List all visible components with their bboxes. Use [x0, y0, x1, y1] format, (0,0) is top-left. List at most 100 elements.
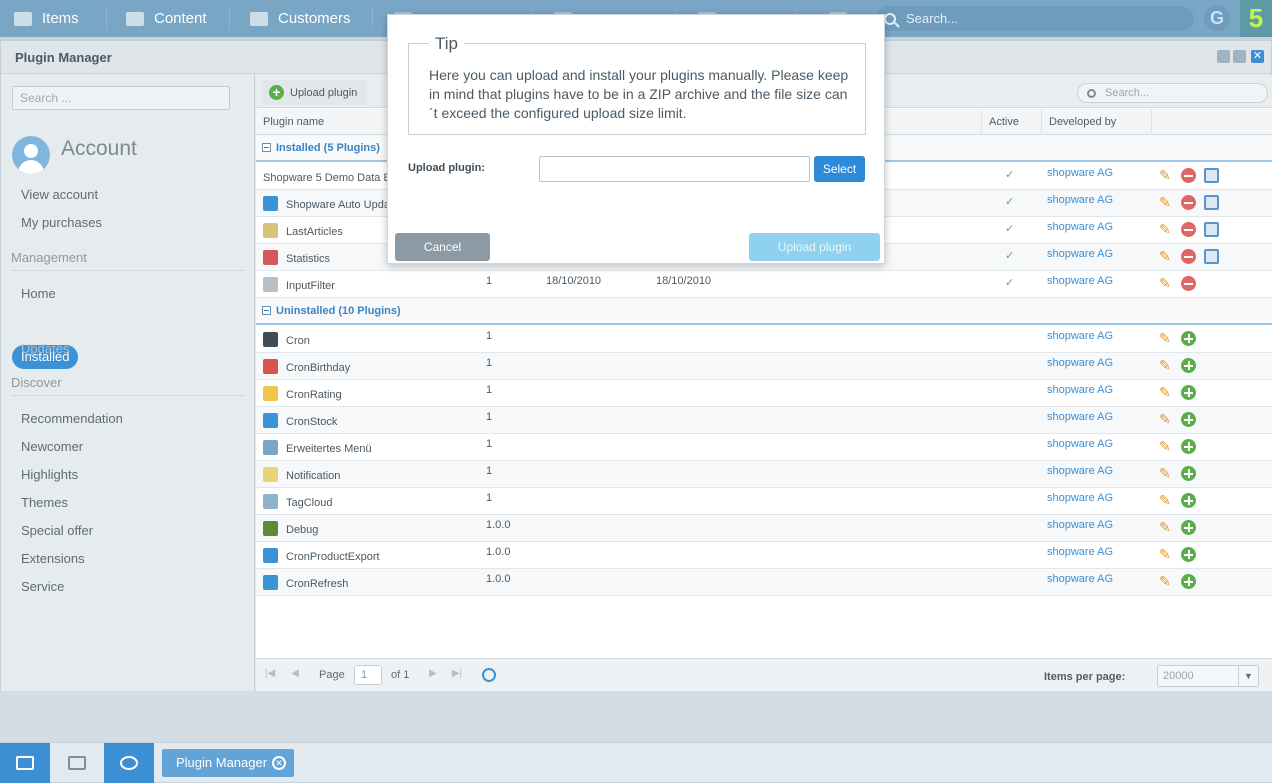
edit-icon[interactable]: ✎: [1159, 493, 1174, 508]
column-active[interactable]: Active: [981, 109, 1041, 135]
window-overview-button[interactable]: [52, 743, 102, 783]
install-icon[interactable]: [1181, 493, 1196, 508]
sidebar-item-special-offer[interactable]: Special offer: [21, 523, 93, 538]
table-row[interactable]: Debug 1.0.0 shopware AG ✎: [256, 515, 1272, 542]
close-icon[interactable]: ✕: [272, 756, 286, 770]
table-row[interactable]: CronRating 1 shopware AG ✎: [256, 380, 1272, 407]
update-icon[interactable]: [1204, 222, 1219, 237]
global-search-input[interactable]: Search...: [876, 6, 1194, 31]
sidebar-item-highlights[interactable]: Highlights: [21, 467, 78, 482]
group-header-uninstalled[interactable]: Uninstalled (10 Plugins): [256, 298, 1272, 325]
edit-icon[interactable]: ✎: [1159, 276, 1174, 291]
sidebar-item-home[interactable]: Home: [21, 286, 56, 301]
table-row[interactable]: Cron 1 shopware AG ✎: [256, 326, 1272, 353]
sidebar-item-recommendation[interactable]: Recommendation: [21, 411, 123, 426]
page-number-input[interactable]: 1: [354, 665, 382, 685]
uninstall-icon[interactable]: [1181, 222, 1196, 237]
menu-customers[interactable]: Customers: [236, 0, 351, 37]
edit-icon[interactable]: ✎: [1159, 331, 1174, 346]
update-icon[interactable]: [1204, 168, 1219, 183]
table-row[interactable]: Erweitertes Menü 1 shopware AG ✎: [256, 434, 1272, 461]
developer-link[interactable]: shopware AG: [1047, 411, 1113, 423]
install-icon[interactable]: [1181, 574, 1196, 589]
first-page-icon[interactable]: |◀: [264, 668, 276, 680]
items-per-page-select[interactable]: 20000 ▼: [1157, 665, 1259, 687]
table-row[interactable]: CronProductExport 1.0.0 shopware AG ✎: [256, 542, 1272, 569]
update-icon[interactable]: [1204, 195, 1219, 210]
shopware-logo-icon[interactable]: G: [1204, 5, 1230, 31]
developer-link[interactable]: shopware AG: [1047, 357, 1113, 369]
edit-icon[interactable]: ✎: [1159, 574, 1174, 589]
taskbar-item-plugin-manager[interactable]: Plugin Manager ✕: [162, 749, 294, 777]
sidebar-item-view-account[interactable]: View account: [21, 187, 98, 202]
edit-icon[interactable]: ✎: [1159, 385, 1174, 400]
collapse-icon[interactable]: [262, 143, 271, 152]
developer-link[interactable]: shopware AG: [1047, 248, 1113, 260]
developer-link[interactable]: shopware AG: [1047, 438, 1113, 450]
edit-icon[interactable]: ✎: [1159, 222, 1174, 237]
sidebar-item-extensions[interactable]: Extensions: [21, 551, 85, 566]
maximize-icon[interactable]: [1233, 50, 1246, 63]
install-icon[interactable]: [1181, 331, 1196, 346]
sidebar-item-updates[interactable]: Updates: [21, 341, 69, 356]
uninstall-icon[interactable]: [1181, 276, 1196, 291]
sidebar-search-input[interactable]: Search ...: [12, 86, 230, 110]
table-row[interactable]: TagCloud 1 shopware AG ✎: [256, 488, 1272, 515]
menu-content[interactable]: Content: [112, 0, 207, 37]
update-icon[interactable]: [1204, 249, 1219, 264]
developer-link[interactable]: shopware AG: [1047, 330, 1113, 342]
install-icon[interactable]: [1181, 466, 1196, 481]
uninstall-icon[interactable]: [1181, 195, 1196, 210]
sidebar-item-service[interactable]: Service: [21, 579, 64, 594]
uninstall-icon[interactable]: [1181, 168, 1196, 183]
last-page-icon[interactable]: ▶|: [451, 668, 463, 680]
developer-link[interactable]: shopware AG: [1047, 492, 1113, 504]
developer-link[interactable]: shopware AG: [1047, 384, 1113, 396]
table-row[interactable]: CronBirthday 1 shopware AG ✎: [256, 353, 1272, 380]
upload-plugin-submit-button[interactable]: Upload plugin: [749, 233, 880, 261]
uninstall-icon[interactable]: [1181, 249, 1196, 264]
dashboard-button[interactable]: [104, 743, 154, 783]
edit-icon[interactable]: ✎: [1159, 195, 1174, 210]
select-file-button[interactable]: Select: [814, 156, 865, 182]
prev-page-icon[interactable]: ◀: [289, 668, 301, 680]
upload-plugin-button[interactable]: + Upload plugin: [262, 80, 368, 105]
install-icon[interactable]: [1181, 412, 1196, 427]
sidebar-item-my-purchases[interactable]: My purchases: [21, 215, 102, 230]
refresh-icon[interactable]: [482, 668, 496, 682]
menu-items[interactable]: Items: [0, 0, 79, 37]
developer-link[interactable]: shopware AG: [1047, 167, 1113, 179]
edit-icon[interactable]: ✎: [1159, 249, 1174, 264]
install-icon[interactable]: [1181, 439, 1196, 454]
developer-link[interactable]: shopware AG: [1047, 465, 1113, 477]
edit-icon[interactable]: ✎: [1159, 168, 1174, 183]
edit-icon[interactable]: ✎: [1159, 439, 1174, 454]
sidebar-item-newcomer[interactable]: Newcomer: [21, 439, 83, 454]
developer-link[interactable]: shopware AG: [1047, 221, 1113, 233]
upload-file-input[interactable]: [539, 156, 810, 182]
edit-icon[interactable]: ✎: [1159, 412, 1174, 427]
install-icon[interactable]: [1181, 547, 1196, 562]
table-row[interactable]: Notification 1 shopware AG ✎: [256, 461, 1272, 488]
developer-link[interactable]: shopware AG: [1047, 573, 1113, 585]
developer-link[interactable]: shopware AG: [1047, 275, 1113, 287]
logout-button[interactable]: [0, 743, 50, 783]
install-icon[interactable]: [1181, 520, 1196, 535]
edit-icon[interactable]: ✎: [1159, 520, 1174, 535]
developer-link[interactable]: shopware AG: [1047, 519, 1113, 531]
column-developed-by[interactable]: Developed by: [1041, 109, 1151, 135]
table-row[interactable]: InputFilter 1 18/10/2010 18/10/2010 ✓ shopwar…: [256, 271, 1272, 298]
sidebar-item-themes[interactable]: Themes: [21, 495, 68, 510]
close-window-icon[interactable]: ✕: [1251, 50, 1264, 63]
install-icon[interactable]: [1181, 385, 1196, 400]
collapse-icon[interactable]: [262, 306, 271, 315]
developer-link[interactable]: shopware AG: [1047, 546, 1113, 558]
table-row[interactable]: CronStock 1 shopware AG ✎: [256, 407, 1272, 434]
edit-icon[interactable]: ✎: [1159, 466, 1174, 481]
edit-icon[interactable]: ✎: [1159, 547, 1174, 562]
edit-icon[interactable]: ✎: [1159, 358, 1174, 373]
grid-search-input[interactable]: Search...: [1077, 83, 1268, 103]
install-icon[interactable]: [1181, 358, 1196, 373]
table-row[interactable]: CronRefresh 1.0.0 shopware AG ✎: [256, 569, 1272, 596]
cancel-button[interactable]: Cancel: [395, 233, 490, 261]
